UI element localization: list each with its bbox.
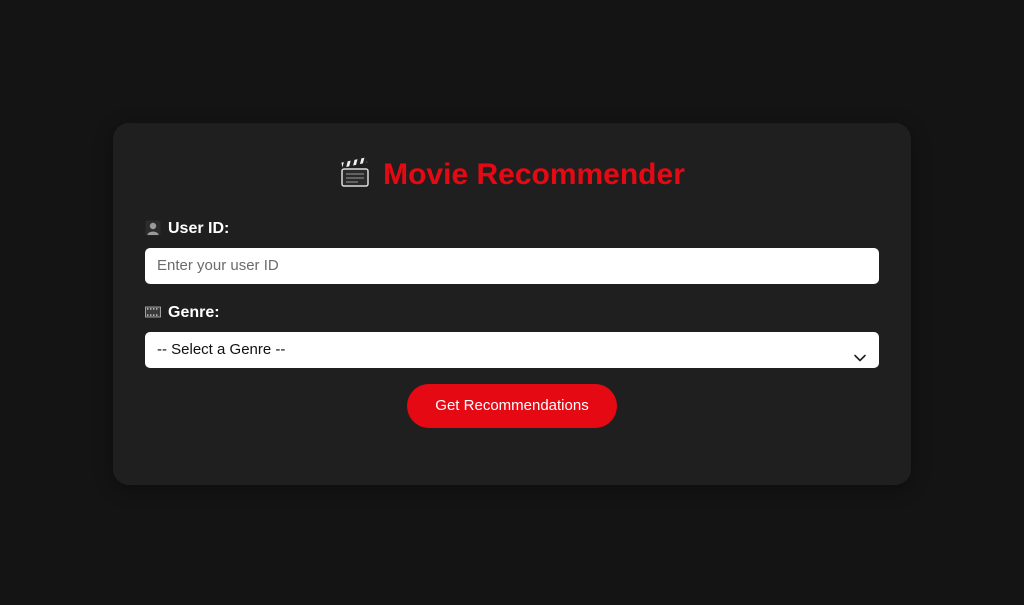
chevron-down-icon — [853, 343, 867, 362]
user-id-placeholder: Enter your user ID — [157, 257, 279, 274]
user-silhouette-icon — [145, 220, 161, 236]
user-id-label-text: User ID: — [168, 220, 230, 237]
genre-selected-value: -- Select a Genre -- — [157, 341, 286, 358]
user-id-label: User ID: — [145, 219, 229, 239]
page-title: Movie Recommender — [113, 156, 911, 193]
genre-label: Genre: — [145, 303, 220, 323]
clapper-board-icon — [339, 156, 371, 189]
genre-label-text: Genre: — [168, 304, 220, 321]
get-recommendations-button[interactable]: Get Recommendations — [407, 384, 617, 428]
recommender-card: Movie Recommender User ID: Enter your us… — [113, 123, 911, 485]
genre-select[interactable]: -- Select a Genre -- — [145, 332, 879, 368]
app-title: Movie Recommender — [383, 158, 685, 191]
user-id-input[interactable]: Enter your user ID — [145, 248, 879, 284]
film-strip-icon — [145, 304, 161, 320]
